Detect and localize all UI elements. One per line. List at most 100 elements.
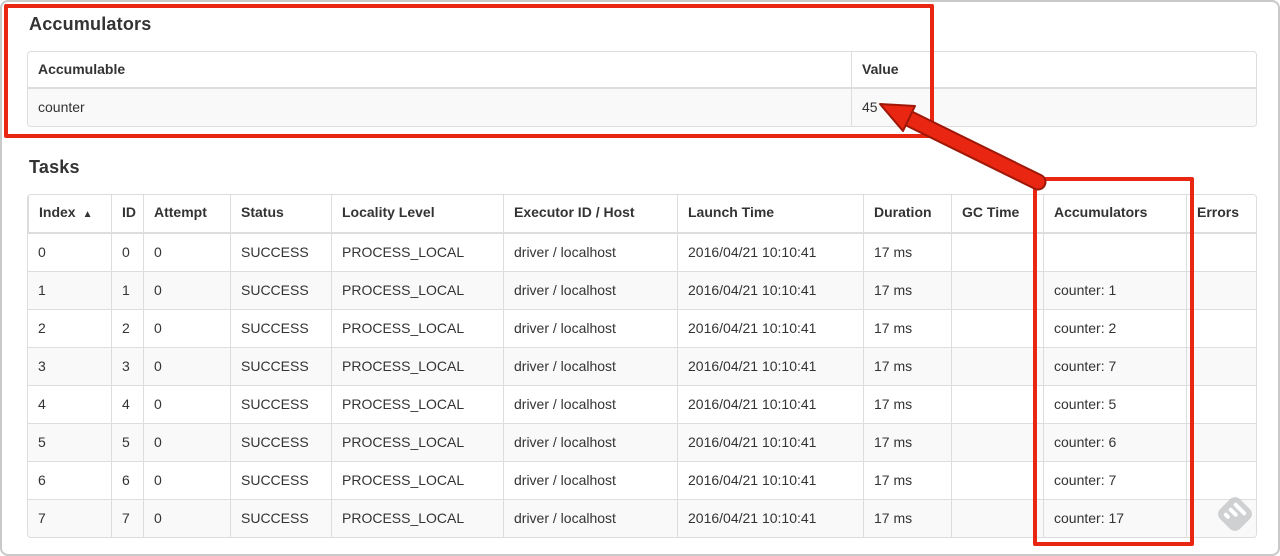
executor-host-cell: driver / localhost <box>503 499 677 537</box>
executor-host-cell: driver / localhost <box>503 461 677 499</box>
gc-time-cell <box>951 385 1043 423</box>
accumulator-row: counter 45 <box>28 89 1256 126</box>
column-header-label: Locality Level <box>342 204 435 220</box>
tasks-column-header[interactable]: Launch Time <box>677 195 863 234</box>
errors-cell <box>1186 309 1256 347</box>
accumulators-cell: counter: 7 <box>1043 461 1186 499</box>
duration-cell: 17 ms <box>863 271 951 309</box>
accumulators-section: Accumulators Accumulable Value counter 4… <box>27 14 1278 127</box>
attempt-cell: 0 <box>143 234 230 271</box>
index-cell: 2 <box>28 309 111 347</box>
id-cell: 3 <box>111 347 143 385</box>
task-row: 2 2 0 SUCCESS PROCESS_LOCAL driver / loc… <box>28 309 1256 347</box>
locality-level-cell: PROCESS_LOCAL <box>331 423 503 461</box>
locality-level-cell: PROCESS_LOCAL <box>331 347 503 385</box>
tasks-column-header[interactable]: Duration <box>863 195 951 234</box>
task-row: 3 3 0 SUCCESS PROCESS_LOCAL driver / loc… <box>28 347 1256 385</box>
attempt-cell: 0 <box>143 271 230 309</box>
duration-cell: 17 ms <box>863 385 951 423</box>
tasks-column-header[interactable]: Status <box>230 195 331 234</box>
column-header-label: GC Time <box>962 204 1020 220</box>
value-column-header: Value <box>851 52 1256 89</box>
task-row: 6 6 0 SUCCESS PROCESS_LOCAL driver / loc… <box>28 461 1256 499</box>
locality-level-cell: PROCESS_LOCAL <box>331 271 503 309</box>
column-header-label: Duration <box>874 204 932 220</box>
tasks-column-header[interactable]: Locality Level <box>331 195 503 234</box>
launch-time-cell: 2016/04/21 10:10:41 <box>677 461 863 499</box>
locality-level-cell: PROCESS_LOCAL <box>331 309 503 347</box>
gc-time-cell <box>951 461 1043 499</box>
launch-time-cell: 2016/04/21 10:10:41 <box>677 309 863 347</box>
accumulators-table-header-row: Accumulable Value <box>28 52 1256 89</box>
status-cell: SUCCESS <box>230 347 331 385</box>
column-header-label: Executor ID / Host <box>514 204 635 220</box>
tasks-column-header[interactable]: Errors <box>1186 195 1256 234</box>
id-cell: 2 <box>111 309 143 347</box>
launch-time-cell: 2016/04/21 10:10:41 <box>677 234 863 271</box>
accumulators-cell <box>1043 234 1186 271</box>
index-cell: 0 <box>38 244 46 260</box>
tasks-column-header[interactable]: Executor ID / Host <box>503 195 677 234</box>
index-cell: 5 <box>28 423 111 461</box>
status-cell: SUCCESS <box>230 423 331 461</box>
executor-host-cell: driver / localhost <box>503 309 677 347</box>
errors-cell <box>1186 347 1256 385</box>
status-cell: SUCCESS <box>230 309 331 347</box>
column-header-label: Attempt <box>154 204 207 220</box>
task-row: 1 1 0 SUCCESS PROCESS_LOCAL driver / loc… <box>28 271 1256 309</box>
locality-level-cell: PROCESS_LOCAL <box>331 499 503 537</box>
gc-time-cell <box>951 234 1043 271</box>
status-cell: SUCCESS <box>230 271 331 309</box>
id-cell: 1 <box>111 271 143 309</box>
accumulators-cell: counter: 5 <box>1043 385 1186 423</box>
id-cell: 5 <box>111 423 143 461</box>
errors-cell <box>1186 423 1256 461</box>
gc-time-cell <box>951 309 1043 347</box>
task-row: 4 4 0 SUCCESS PROCESS_LOCAL driver / loc… <box>28 385 1256 423</box>
status-cell: SUCCESS <box>230 234 331 271</box>
locality-level-cell: PROCESS_LOCAL <box>331 461 503 499</box>
column-header-label: Accumulators <box>1054 204 1148 220</box>
gc-time-cell <box>951 499 1043 537</box>
duration-cell: 17 ms <box>863 309 951 347</box>
tasks-column-header[interactable]: GC Time <box>951 195 1043 234</box>
tasks-table: Index ▲ ID Attempt Status Locality Level… <box>27 194 1257 538</box>
status-cell: SUCCESS <box>230 499 331 537</box>
accumulators-cell: counter: 1 <box>1043 271 1186 309</box>
spark-stage-detail-page: Accumulators Accumulable Value counter 4… <box>0 0 1280 556</box>
executor-host-cell: driver / localhost <box>503 385 677 423</box>
task-row: 7 7 0 SUCCESS PROCESS_LOCAL driver / loc… <box>28 499 1256 537</box>
tasks-column-header[interactable]: ID <box>111 195 143 234</box>
column-header-label: Index <box>39 204 76 220</box>
gc-time-cell <box>951 347 1043 385</box>
attempt-cell: 0 <box>143 499 230 537</box>
launch-time-cell: 2016/04/21 10:10:41 <box>677 423 863 461</box>
id-cell: 0 <box>111 234 143 271</box>
accumulators-table: Accumulable Value counter 45 <box>27 51 1257 127</box>
errors-cell <box>1186 499 1256 537</box>
executor-host-cell: driver / localhost <box>503 271 677 309</box>
id-cell: 7 <box>111 499 143 537</box>
tasks-column-header[interactable]: Index ▲ <box>28 195 111 234</box>
duration-cell: 17 ms <box>863 347 951 385</box>
tasks-section-title: Tasks <box>29 157 80 177</box>
duration-cell: 17 ms <box>863 461 951 499</box>
index-cell: 4 <box>28 385 111 423</box>
attempt-cell: 0 <box>143 461 230 499</box>
duration-cell: 17 ms <box>863 234 951 271</box>
id-cell: 4 <box>111 385 143 423</box>
duration-cell: 17 ms <box>863 423 951 461</box>
index-cell: 3 <box>28 347 111 385</box>
column-header-label: ID <box>122 204 136 220</box>
accumulable-value-cell: 45 <box>851 89 1256 126</box>
index-cell: 7 <box>28 499 111 537</box>
tasks-table-header-row: Index ▲ ID Attempt Status Locality Level… <box>28 195 1256 234</box>
id-cell: 6 <box>111 461 143 499</box>
sort-asc-icon: ▲ <box>82 209 93 220</box>
tasks-column-header[interactable]: Accumulators <box>1043 195 1186 234</box>
errors-cell <box>1186 234 1256 271</box>
attempt-cell: 0 <box>143 309 230 347</box>
tasks-section: Tasks Index ▲ ID Attempt Status Locality… <box>27 157 1278 538</box>
tasks-column-header[interactable]: Attempt <box>143 195 230 234</box>
column-header-label: Launch Time <box>688 204 775 220</box>
